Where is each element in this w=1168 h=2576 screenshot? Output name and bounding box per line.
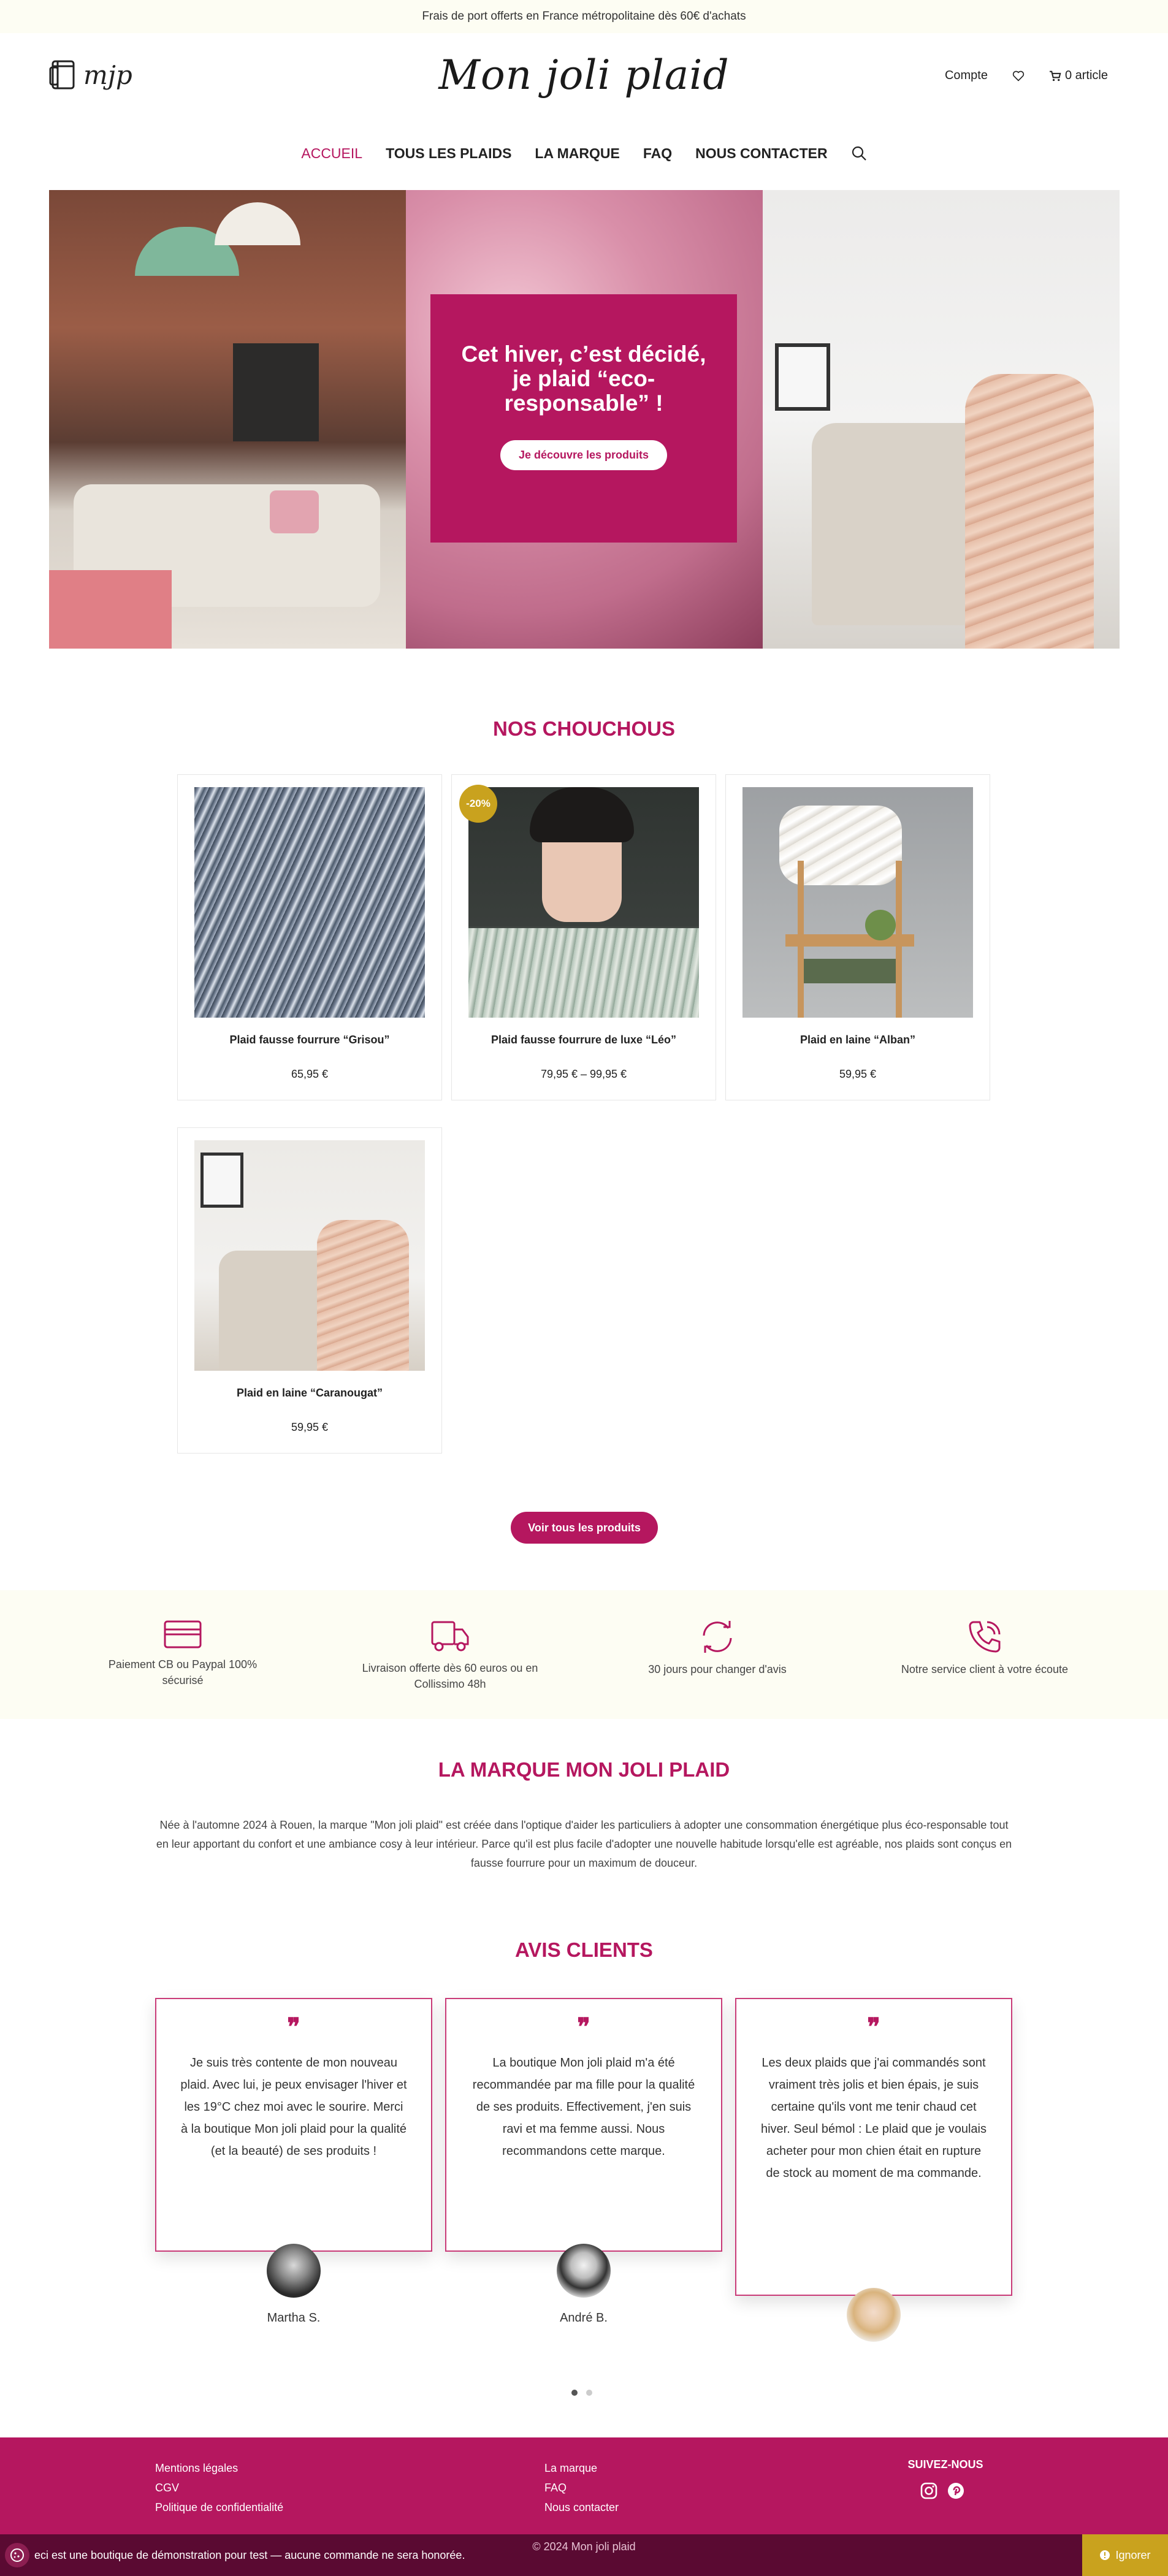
product-name[interactable]: Plaid fausse fourrure “Grisou” — [178, 1034, 441, 1046]
cart-count: 0 article — [1064, 69, 1108, 82]
product-card-caranougat[interactable]: Plaid en laine “Caranougat” 59,95 € — [177, 1127, 442, 1454]
product-price: 59,95 € — [291, 1421, 329, 1433]
review-card: ❞ Les deux plaids que j'ai commandés son… — [735, 1998, 1012, 2296]
heart-icon[interactable] — [1012, 70, 1025, 82]
product-card-grisou[interactable]: Plaid fausse fourrure “Grisou” 65,95 € — [177, 774, 442, 1100]
carousel-dot[interactable] — [571, 2390, 578, 2396]
nav-item-tous-les-plaids[interactable]: TOUS LES PLAIDS — [386, 145, 511, 162]
footer-link-mentions-legales[interactable]: Mentions légales — [155, 2458, 283, 2478]
product-image-leo[interactable] — [468, 787, 699, 1018]
review-card: ❞ Je suis très contente de mon nouveau p… — [155, 1998, 432, 2252]
quote-icon: ❞ — [287, 2013, 300, 2041]
nav-item-faq[interactable]: FAQ — [643, 145, 672, 162]
hero-image-living-room — [49, 190, 406, 649]
feature-text: Notre service client à votre écoute — [901, 1663, 1069, 1675]
view-all-products-button[interactable]: Voir tous les produits — [511, 1512, 658, 1544]
product-name[interactable]: Plaid fausse fourrure de luxe “Léo” — [452, 1034, 716, 1046]
product-card-leo[interactable]: -20% Plaid fausse fourrure de luxe “Léo”… — [451, 774, 716, 1100]
instagram-icon[interactable] — [920, 2482, 938, 2500]
footer-link-la-marque[interactable]: La marque — [544, 2458, 619, 2478]
demo-store-notice: eci est une boutique de démonstration po… — [0, 2534, 1168, 2576]
product-card-alban[interactable]: Plaid en laine “Alban” 59,95 € — [725, 774, 990, 1100]
feature-text: Paiement CB ou Paypal 100% sécurisé — [108, 1658, 258, 1686]
feature-text: Livraison offerte dès 60 euros ou en Col… — [362, 1662, 538, 1690]
quote-icon: ❞ — [867, 2013, 880, 2041]
product-price: 79,95 € – 99,95 € — [540, 1068, 627, 1080]
footer-link-contact[interactable]: Nous contacter — [544, 2498, 619, 2517]
cookie-icon[interactable] — [5, 2543, 29, 2567]
shipping-banner: Frais de port offerts en France métropol… — [0, 0, 1168, 33]
site-header: mjp Mon joli plaid Compte 0 article — [0, 33, 1168, 116]
feature-text: 30 jours pour changer d'avis — [648, 1663, 787, 1675]
demo-notice-text: eci est une boutique de démonstration po… — [34, 2548, 465, 2561]
product-name[interactable]: Plaid en laine “Alban” — [726, 1034, 990, 1046]
feature-delivery: Livraison offerte dès 60 euros ou en Col… — [358, 1620, 542, 1692]
discount-badge: -20% — [459, 785, 497, 823]
carousel-dot[interactable] — [586, 2390, 592, 2396]
shipping-banner-text: Frais de port offerts en France métropol… — [422, 10, 746, 23]
reviews-title: AVIS CLIENTS — [515, 1938, 653, 1961]
footer-link-faq[interactable]: FAQ — [544, 2478, 619, 2498]
product-image-caranougat[interactable] — [194, 1140, 425, 1371]
product-price: 65,95 € — [291, 1068, 329, 1080]
nav-item-accueil[interactable]: ACCUEIL — [301, 145, 362, 162]
review-card: ❞ La boutique Mon joli plaid m'a été rec… — [445, 1998, 722, 2252]
product-name[interactable]: Plaid en laine “Caranougat” — [178, 1387, 441, 1400]
feature-support: Notre service client à votre écoute — [893, 1620, 1077, 1677]
ignore-notice-button[interactable]: Ignorer — [1082, 2534, 1168, 2576]
nav-item-nous-contacter[interactable]: NOUS CONTACTER — [695, 145, 828, 162]
reviewer-name: Martha S. — [267, 2311, 321, 2325]
nav-item-la-marque[interactable]: LA MARQUE — [535, 145, 619, 162]
header-actions: Compte 0 article — [945, 69, 1108, 83]
info-icon — [1100, 2550, 1110, 2560]
review-text: Je suis très contente de mon nouveau pla… — [180, 2056, 407, 2158]
discover-products-button[interactable]: Je découvre les produits — [500, 440, 668, 470]
reviewer-avatar — [557, 2244, 611, 2298]
footer-link-cgv[interactable]: CGV — [155, 2478, 283, 2498]
reviewer-avatar — [847, 2288, 901, 2342]
credit-card-icon — [164, 1620, 202, 1648]
ignore-label: Ignorer — [1115, 2548, 1151, 2561]
favorites-title: NOS CHOUCHOUS — [492, 717, 676, 740]
brand-section-title: LA MARQUE MON JOLI PLAID — [438, 1758, 730, 1781]
truck-icon — [431, 1621, 469, 1652]
feature-payment: Paiement CB ou Paypal 100% sécurisé — [91, 1620, 275, 1688]
pinterest-icon[interactable] — [947, 2482, 965, 2500]
carousel-dots — [571, 2390, 592, 2396]
product-image-alban[interactable] — [742, 787, 973, 1018]
brand-description: Née à l'automne 2024 à Rouen, la marque … — [156, 1819, 1012, 1869]
account-link[interactable]: Compte — [945, 69, 988, 83]
feature-returns: 30 jours pour changer d'avis — [625, 1620, 809, 1677]
main-nav: ACCUEIL TOUS LES PLAIDS LA MARQUE FAQ NO… — [0, 116, 1168, 190]
product-price: 59,95 € — [839, 1068, 877, 1080]
refresh-icon — [703, 1621, 732, 1653]
reviewer-avatar — [267, 2244, 321, 2298]
follow-us-title: SUIVEZ-NOUS — [907, 2458, 983, 2471]
phone-icon — [969, 1621, 1001, 1653]
social-links — [920, 2482, 965, 2500]
hero-title: Cet hiver, c’est décidé, je plaid “eco-r… — [461, 341, 706, 416]
review-text: La boutique Mon joli plaid m'a été recom… — [472, 2056, 695, 2158]
hero-image-knit-chair — [763, 190, 1120, 649]
hero-banner: Cet hiver, c’est décidé, je plaid “eco-r… — [49, 190, 1120, 649]
cart-link[interactable]: 0 article — [1049, 69, 1108, 83]
search-icon[interactable] — [851, 145, 867, 161]
cart-icon — [1049, 70, 1061, 81]
footer-link-privacy[interactable]: Politique de confidentialité — [155, 2498, 283, 2517]
quote-icon: ❞ — [577, 2013, 590, 2041]
footer-legal-links: Mentions légales CGV Politique de confid… — [155, 2458, 283, 2517]
features-strip: Paiement CB ou Paypal 100% sécurisé Livr… — [0, 1590, 1168, 1719]
reviewer-name: André B. — [560, 2311, 608, 2325]
hero-message-box: Cet hiver, c’est décidé, je plaid “eco-r… — [430, 294, 737, 543]
site-footer: Mentions légales CGV Politique de confid… — [0, 2437, 1168, 2536]
product-image-grisou[interactable] — [194, 787, 425, 1018]
footer-info-links: La marque FAQ Nous contacter — [544, 2458, 619, 2517]
review-text: Les deux plaids que j'ai commandés sont … — [760, 2056, 987, 2180]
